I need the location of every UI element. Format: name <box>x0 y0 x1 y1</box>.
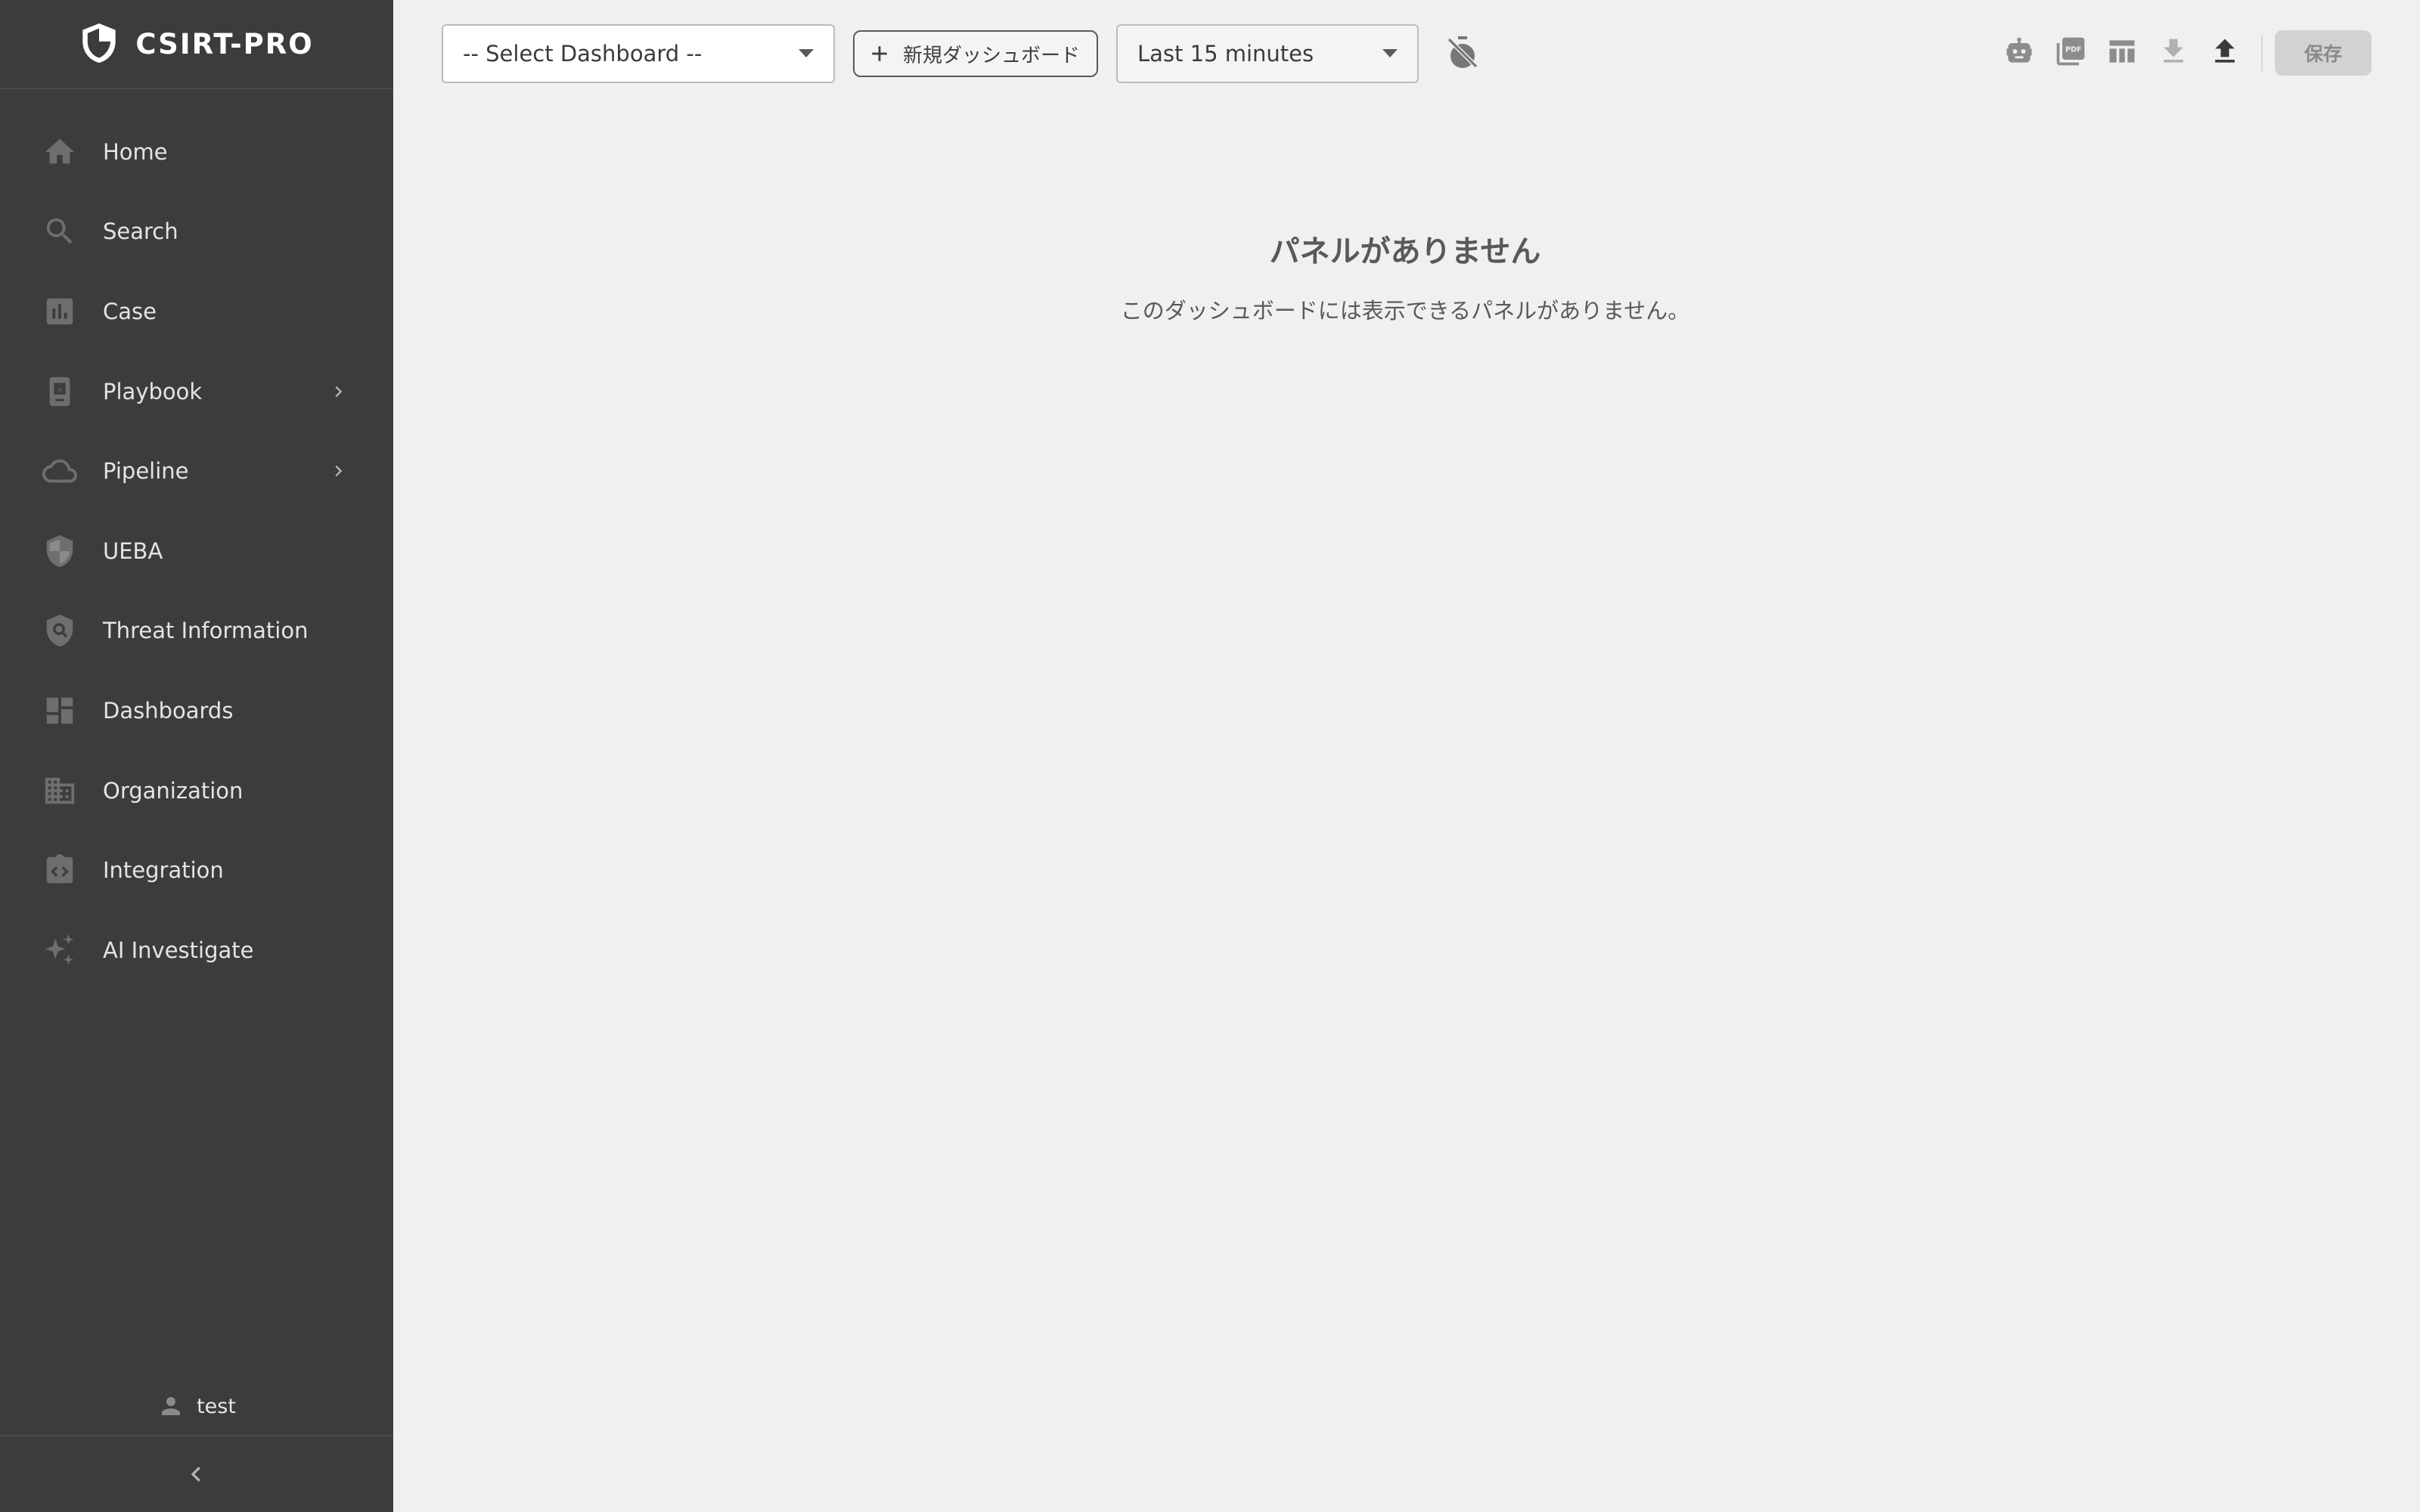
plus-icon <box>872 46 887 61</box>
empty-state-title: パネルがありません <box>1269 234 1541 269</box>
upload-icon[interactable] <box>2208 35 2242 68</box>
timer-off-icon[interactable] <box>1444 33 1481 73</box>
user-name: test <box>197 1394 236 1418</box>
sidebar-item-threat-information[interactable]: Threat Information <box>0 591 393 671</box>
new-dashboard-button[interactable]: 新規ダッシュボード <box>853 30 1098 77</box>
shield-search-icon <box>42 613 77 648</box>
sidebar-item-label: Case <box>103 298 157 324</box>
chevron-left-icon <box>191 1467 200 1482</box>
chevron-right-icon <box>335 386 343 397</box>
pdf-icon[interactable]: PDF <box>2054 35 2087 68</box>
sidebar-item-label: Home <box>103 138 168 165</box>
chevron-right-icon <box>335 465 343 477</box>
sidebar-item-label: UEBA <box>103 538 163 564</box>
sidebar-item-label: Threat Information <box>103 618 309 644</box>
sidebar-item-label: Integration <box>103 857 224 884</box>
sidebar-item-label: Pipeline <box>103 458 189 485</box>
download-icon[interactable] <box>2157 35 2190 68</box>
caret-down-icon <box>1382 49 1398 57</box>
svg-text:n: n <box>57 386 62 395</box>
sidebar-item-label: Dashboards <box>103 697 234 723</box>
dashboard-icon <box>42 693 77 728</box>
bar-chart-icon <box>42 294 77 329</box>
time-range-select[interactable]: Last 15 minutes <box>1116 24 1419 83</box>
sidebar-item-integration[interactable]: Integration <box>0 830 393 910</box>
sparkle-icon <box>42 933 77 968</box>
brand-name: CSIRT-PRO <box>135 27 314 60</box>
search-icon <box>42 214 77 249</box>
user-menu[interactable]: test <box>0 1383 393 1429</box>
sidebar-item-label: Playbook <box>103 378 203 404</box>
sidebar-item-label: AI Investigate <box>103 937 254 963</box>
sidebar-item-case[interactable]: Case <box>0 271 393 352</box>
save-label: 保存 <box>2304 43 2342 65</box>
sidebar-item-ueba[interactable]: UEBA <box>0 511 393 591</box>
cloud-icon <box>42 454 77 488</box>
table-icon[interactable] <box>2105 35 2139 68</box>
svg-text:PDF: PDF <box>2065 46 2081 54</box>
playbook-icon: n <box>42 374 77 409</box>
collapse-sidebar-button[interactable] <box>0 1435 393 1512</box>
shield-logo-icon <box>82 23 116 63</box>
save-button[interactable]: 保存 <box>2275 30 2372 76</box>
sidebar-item-home[interactable]: Home <box>0 112 393 192</box>
sidebar-item-dashboards[interactable]: Dashboards <box>0 671 393 751</box>
integration-icon <box>42 853 77 888</box>
toolbar-divider <box>2261 35 2263 71</box>
dashboard-select[interactable]: -- Select Dashboard -- <box>442 24 835 83</box>
brand[interactable]: CSIRT-PRO <box>0 0 393 89</box>
home-icon <box>42 135 77 169</box>
dashboard-select-value: -- Select Dashboard -- <box>463 41 703 67</box>
sidebar-item-label: Search <box>103 218 178 245</box>
sidebar-item-organization[interactable]: Organization <box>0 751 393 831</box>
sidebar-nav: Home Search Case n Playbook Pipeline UEB… <box>0 112 393 990</box>
sidebar-item-label: Organization <box>103 777 244 804</box>
sidebar-item-playbook[interactable]: n Playbook <box>0 352 393 432</box>
user-icon <box>162 1397 181 1415</box>
new-dashboard-label: 新規ダッシュボード <box>903 44 1081 67</box>
shield-icon <box>42 534 77 569</box>
sidebar-item-search[interactable]: Search <box>0 192 393 272</box>
sidebar-item-pipeline[interactable]: Pipeline <box>0 431 393 511</box>
empty-state-description: このダッシュボードには表示できるパネルがありません。 <box>1120 298 1690 324</box>
robot-icon[interactable] <box>2003 35 2036 68</box>
sidebar: CSIRT-PRO Home Search Case n Playbook Pi… <box>0 0 393 1512</box>
caret-down-icon <box>799 49 814 57</box>
time-range-value: Last 15 minutes <box>1137 41 1314 67</box>
building-icon <box>42 773 77 808</box>
sidebar-item-ai-investigate[interactable]: AI Investigate <box>0 910 393 990</box>
